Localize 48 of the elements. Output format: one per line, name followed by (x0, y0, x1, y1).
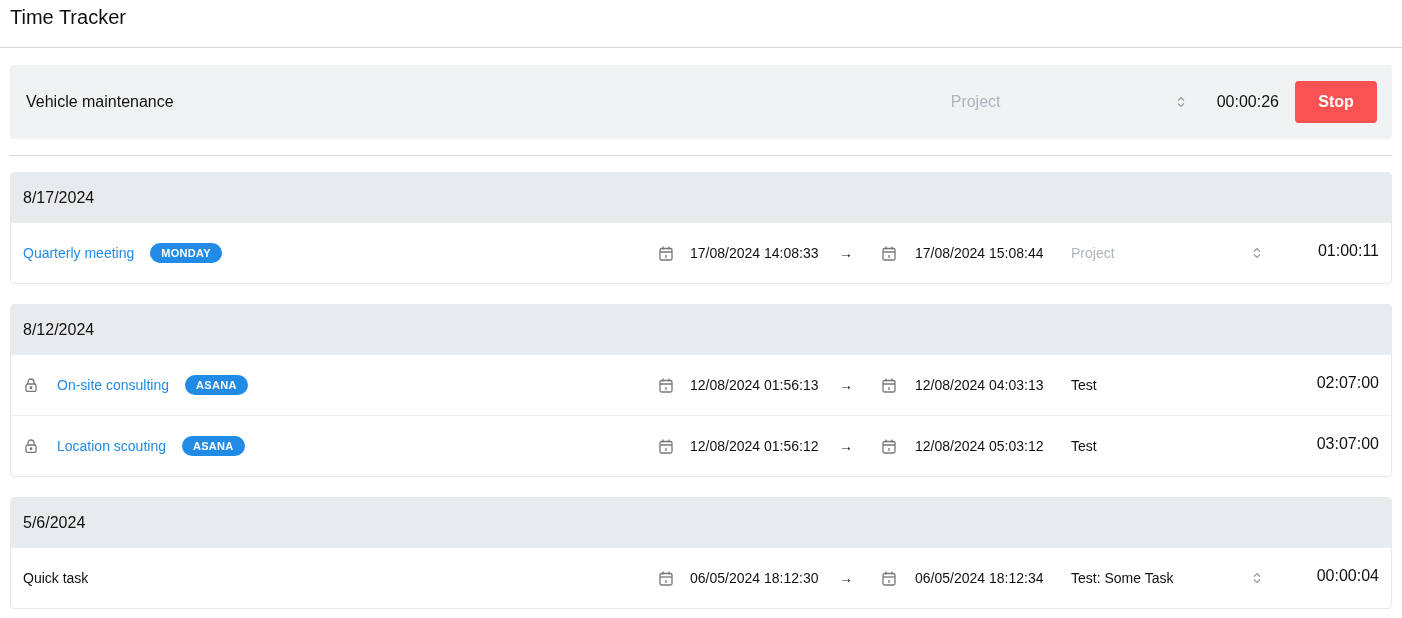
lock-icon (25, 439, 37, 453)
integration-badge: MONDAY (150, 243, 222, 263)
project-label: Test (1071, 438, 1098, 454)
calendar-icon (882, 570, 896, 586)
arrow-text: → (839, 438, 854, 454)
day-date: 8/17/2024 (23, 188, 95, 207)
calendar-icon (659, 245, 673, 261)
end-time: 12/08/2024 05:03:12 (914, 438, 1045, 454)
description-field[interactable]: Vehicle maintenance (26, 93, 951, 111)
start-time: 12/08/2024 01:56:13 (689, 377, 820, 393)
arrow-text: → (839, 377, 854, 393)
lock-icon (25, 378, 37, 392)
calendar-icon (659, 377, 673, 393)
integration-badge: ASANA (185, 375, 248, 395)
project-select[interactable]: Project (950, 93, 1191, 111)
arrow-text: → (839, 570, 854, 586)
integration-badge: ASANA (181, 436, 245, 456)
duration: 02:07:00 (1315, 374, 1379, 392)
chevron-updown-icon (1253, 247, 1261, 259)
stop-button[interactable]: Stop (1295, 81, 1377, 123)
page-title: Time Tracker (10, 6, 126, 29)
start-time: 06/05/2024 18:12:30 (689, 570, 820, 586)
start-time: 17/08/2024 14:08:33 (689, 245, 820, 261)
calendar-icon (882, 438, 896, 454)
elapsed-time: 00:00:26 (1216, 93, 1279, 111)
end-time: 06/05/2024 18:12:34 (914, 570, 1045, 586)
calendar-icon (659, 570, 673, 586)
calendar-icon (882, 245, 896, 261)
entry-description: Quick task (23, 570, 89, 586)
project-select[interactable]: Test: Some Task (1071, 570, 1271, 586)
calendar-icon (882, 377, 896, 393)
chevron-updown-icon (1253, 572, 1261, 584)
start-time: 12/08/2024 01:56:12 (689, 438, 820, 454)
arrow-text: → (839, 245, 854, 261)
end-time: 17/08/2024 15:08:44 (914, 245, 1045, 261)
calendar-icon (659, 438, 673, 454)
chevron-updown-icon (1176, 96, 1185, 108)
day-date: 8/12/2024 (23, 320, 95, 339)
day-date: 5/6/2024 (23, 513, 86, 532)
duration: 01:00:11 (1316, 242, 1379, 260)
entry-link[interactable]: On-site consulting (57, 377, 170, 393)
end-time: 12/08/2024 04:03:13 (914, 377, 1045, 393)
project-select[interactable]: Project (1071, 245, 1271, 261)
duration: 00:00:04 (1315, 567, 1379, 585)
entry-link[interactable]: Quarterly meeting (23, 245, 135, 261)
duration: 03:07:00 (1315, 435, 1379, 453)
project-label: Test (1071, 377, 1098, 393)
entry-link[interactable]: Location scouting (57, 438, 166, 454)
